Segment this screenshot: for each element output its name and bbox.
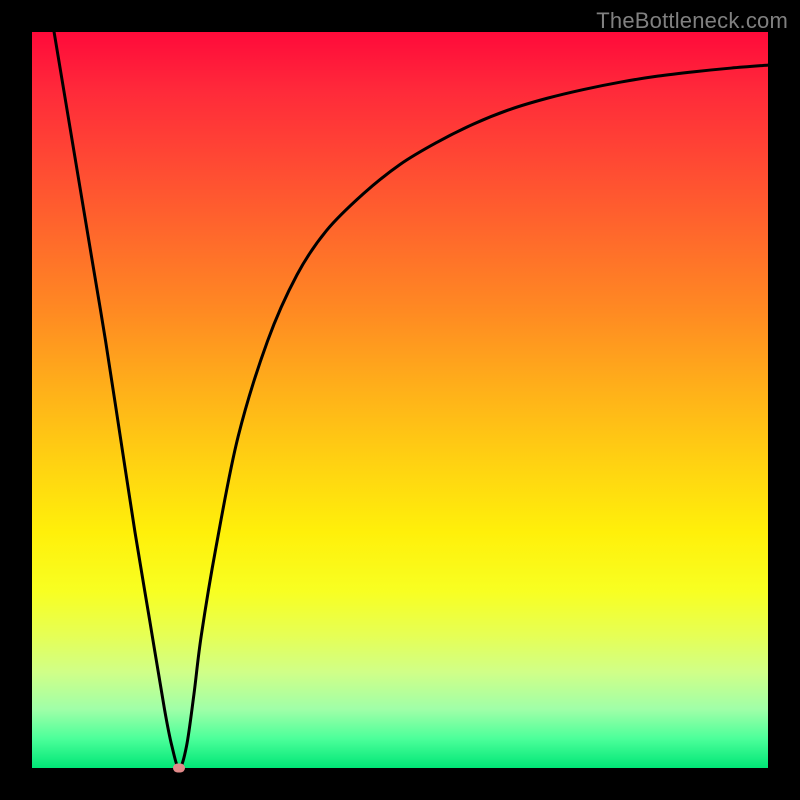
watermark-text: TheBottleneck.com: [596, 8, 788, 34]
curve-path: [54, 32, 768, 768]
plot-area: [32, 32, 768, 768]
chart-frame: TheBottleneck.com: [0, 0, 800, 800]
dip-marker: [173, 764, 185, 773]
bottleneck-curve: [32, 32, 768, 768]
